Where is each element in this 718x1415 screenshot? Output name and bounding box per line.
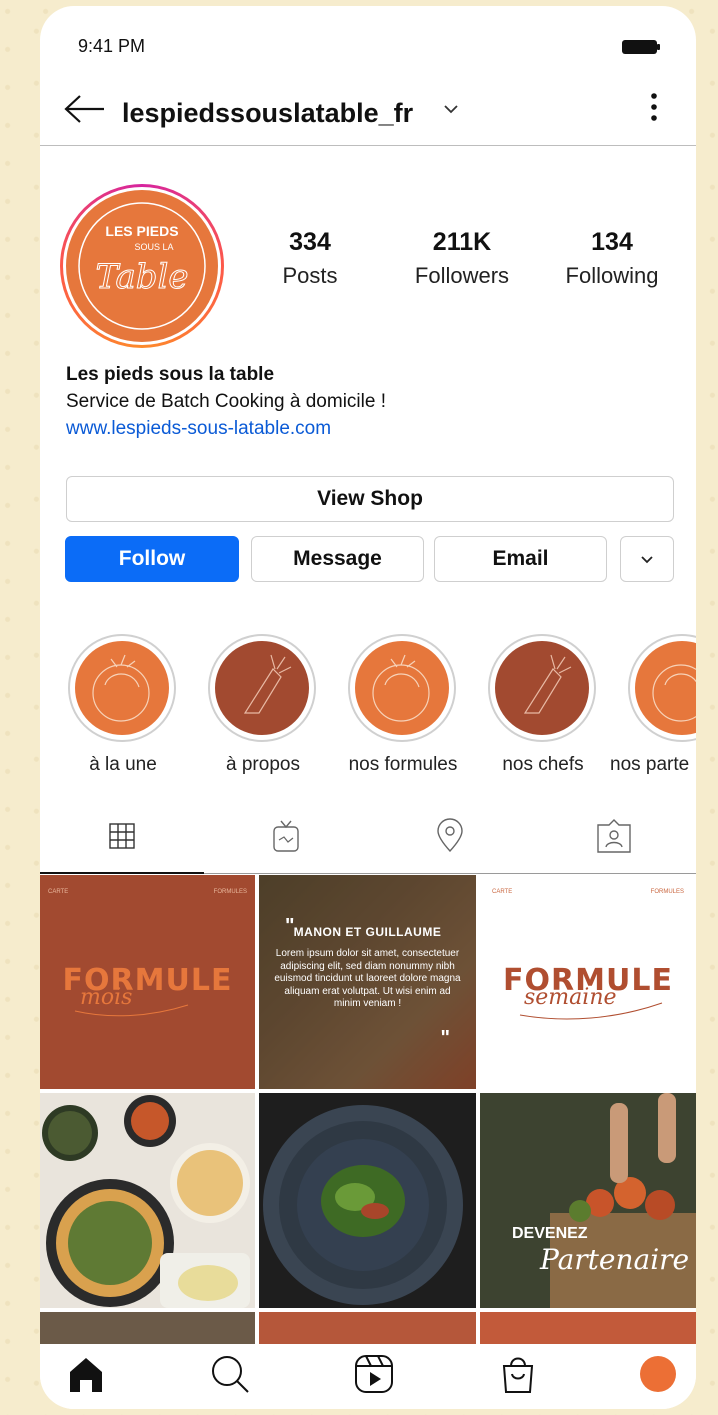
posts-label: Posts	[282, 263, 338, 288]
tomato-icon	[652, 664, 696, 722]
svg-text:Table: Table	[95, 257, 188, 297]
highlight-a-la-une[interactable]: à la une	[68, 634, 178, 775]
grid-icon[interactable]	[102, 816, 142, 856]
back-arrow-icon[interactable]	[64, 94, 106, 124]
carrot-icon	[523, 654, 572, 714]
followers-count: 211K	[432, 228, 492, 256]
highlight-label: nos chefs	[502, 754, 584, 775]
post-tile[interactable]: " MANON ET GUILLAUME Lorem ipsum dolor s…	[259, 875, 476, 1089]
post-tile[interactable]: CARTE FORMULES FORMULE mois	[40, 875, 255, 1089]
highlight-label: nos parte	[610, 754, 690, 775]
highlight-a-propos[interactable]: à propos	[208, 634, 318, 775]
following-label: Following	[565, 263, 659, 288]
following-count: 134	[591, 228, 633, 256]
view-shop-button[interactable]: View Shop	[66, 476, 674, 522]
post-quote-body: Lorem ipsum dolor sit amet, consectetuer…	[274, 948, 461, 1010]
more-options-icon[interactable]	[648, 92, 660, 124]
active-tab-indicator	[40, 872, 204, 874]
chevron-down-icon[interactable]	[442, 100, 460, 118]
tomato-icon	[372, 654, 430, 722]
tomato-icon	[92, 654, 150, 722]
reels-icon[interactable]	[352, 1352, 396, 1396]
home-icon[interactable]	[64, 1352, 108, 1396]
salad-plate-photo	[259, 1093, 476, 1308]
location-pin-icon[interactable]	[430, 816, 470, 856]
stat-following[interactable]: 134 Following	[552, 228, 672, 289]
post-title: DEVENEZ	[512, 1225, 588, 1242]
svg-text:SOUS LA: SOUS LA	[134, 242, 173, 252]
post-tile[interactable]: CARTE FORMULES FORMULE semaine	[480, 875, 696, 1089]
status-time: 9:41 PM	[78, 36, 146, 56]
follow-button[interactable]: Follow	[65, 536, 239, 582]
post-tile[interactable]: DEVENEZ Partenaire	[480, 1093, 696, 1308]
post-grid: CARTE FORMULES FORMULE mois " MANON ET G…	[40, 875, 696, 1345]
food-photo	[42, 1095, 250, 1308]
post-tile[interactable]	[40, 1312, 255, 1345]
status-bar: 9:41 PM	[40, 6, 696, 76]
brand-logo: LES PIEDS SOUS LA Table	[78, 202, 206, 330]
phone-screen: 9:41 PM lespiedssouslatable_fr LES PIEDS…	[40, 6, 696, 1409]
profile-avatar[interactable]: LES PIEDS SOUS LA Table	[66, 190, 218, 342]
post-heading: MANON ET GUILLAUME	[293, 925, 442, 939]
email-button[interactable]: Email	[434, 536, 607, 582]
carrot-icon	[243, 654, 292, 714]
bio-description: Service de Batch Cooking à domicile !	[66, 391, 386, 412]
message-button[interactable]: Message	[251, 536, 424, 582]
highlight-nos-formules[interactable]: nos formules	[348, 634, 458, 775]
stat-posts[interactable]: 334 Posts	[260, 228, 360, 289]
display-name: Les pieds sous la table	[66, 364, 275, 385]
highlight-label: à la une	[89, 754, 157, 775]
bottom-navigation	[40, 1344, 696, 1409]
post-script: Partenaire	[540, 1243, 690, 1276]
tagged-icon[interactable]	[594, 816, 634, 856]
shop-icon[interactable]	[496, 1352, 540, 1396]
battery-icon	[622, 40, 660, 54]
website-link[interactable]: www.lespieds-sous-latable.com	[66, 418, 666, 440]
search-icon[interactable]	[208, 1352, 252, 1396]
post-tile[interactable]	[480, 1312, 696, 1345]
highlight-nos-chefs[interactable]: nos chefs	[488, 634, 598, 775]
profile-bio: Les pieds sous la table Service de Batch…	[66, 364, 666, 440]
chevron-down-icon	[641, 556, 653, 564]
profile-tabs	[40, 804, 696, 874]
suggestions-toggle-button[interactable]	[620, 536, 674, 582]
profile-avatar[interactable]	[640, 1356, 676, 1392]
stat-followers[interactable]: 211K Followers	[402, 228, 522, 289]
highlight-label: nos formules	[348, 754, 458, 775]
profile-username[interactable]: lespiedssouslatable_fr	[122, 98, 413, 129]
post-tile[interactable]	[259, 1312, 476, 1345]
profile-header: lespiedssouslatable_fr	[40, 84, 696, 146]
followers-label: Followers	[414, 263, 510, 288]
svg-text:LES PIEDS: LES PIEDS	[105, 223, 178, 239]
posts-count: 334	[289, 228, 331, 256]
igtv-icon[interactable]	[266, 816, 306, 856]
highlight-label: à propos	[226, 754, 300, 775]
post-tile[interactable]	[259, 1093, 476, 1308]
post-tile[interactable]	[40, 1093, 255, 1308]
